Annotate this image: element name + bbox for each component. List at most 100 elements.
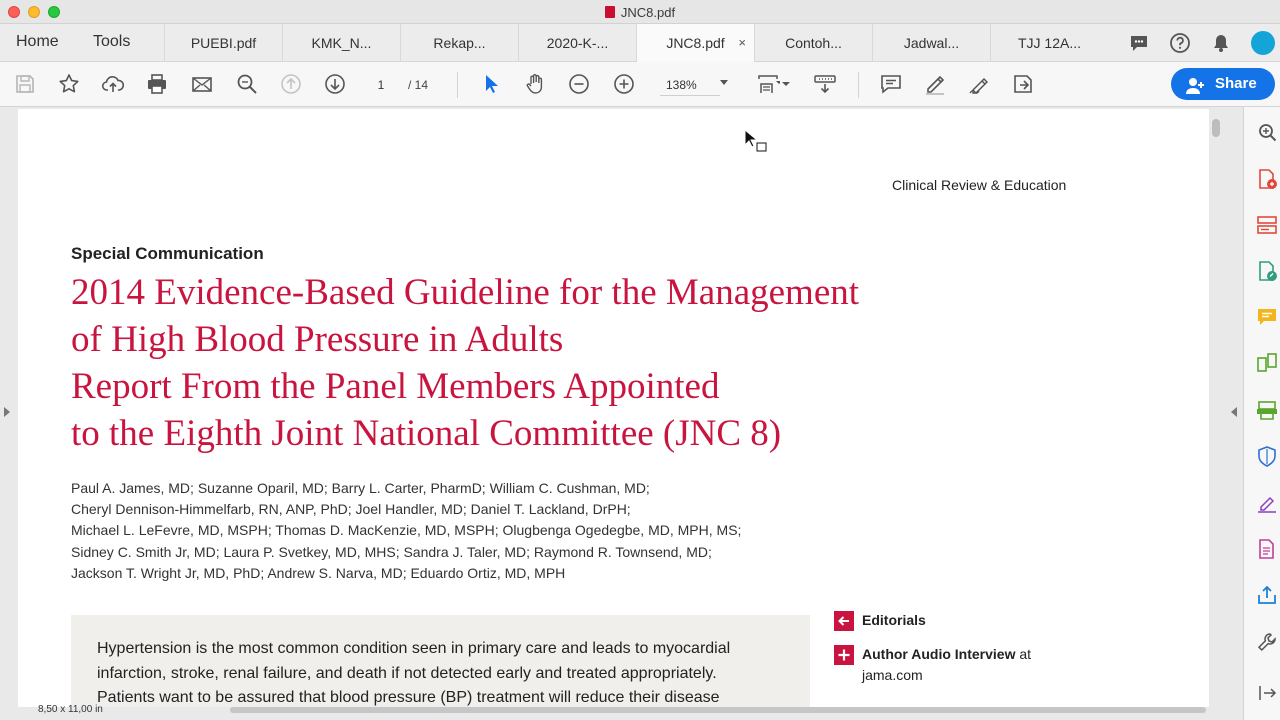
hand-icon[interactable] [523, 72, 547, 96]
edit-pdf-icon[interactable] [1256, 260, 1278, 282]
star-icon[interactable] [57, 72, 81, 96]
left-panel-toggle[interactable] [4, 407, 10, 417]
arrow-left-icon [834, 611, 854, 631]
comment-icon[interactable] [879, 72, 903, 96]
zoom-search-icon[interactable] [235, 72, 259, 96]
audio-rest-text: at [1015, 646, 1032, 662]
sign-icon[interactable] [967, 72, 991, 96]
tab-active-document[interactable]: JNC8.pdf × [636, 24, 754, 63]
subtitle-line: Report From the Panel Members Appointed [71, 366, 720, 407]
tab-label: JNC8.pdf [666, 35, 725, 51]
tab-document[interactable]: TJJ 12A... [990, 24, 1108, 62]
tab-label: Jadwal... [903, 35, 960, 51]
horizontal-scrollbar[interactable] [230, 707, 1206, 713]
tab-bar: Home Tools PUEBI.pdf KMK_N... Rekap... 2… [0, 24, 1280, 63]
tab-document[interactable]: Rekap... [400, 24, 518, 62]
editorials-label: Editorials [862, 610, 1062, 631]
zoom-level-select[interactable]: 138% [660, 75, 720, 96]
help-icon[interactable] [1169, 32, 1191, 54]
tab-document[interactable]: KMK_N... [282, 24, 400, 62]
title-line: 2014 Evidence-Based Guideline for the Ma… [71, 272, 860, 313]
toolbar-divider [457, 72, 458, 98]
author-line: Cheryl Dennison-Himmelfarb, RN, ANP, PhD… [71, 501, 631, 518]
page-down-icon[interactable] [323, 72, 347, 96]
share-label: Share [1215, 75, 1257, 92]
page-number-input[interactable]: 1 [366, 75, 396, 95]
tools-wrench-icon[interactable] [1256, 631, 1278, 653]
subtitle-line: to the Eighth Joint National Committee (… [71, 413, 782, 454]
tools-link[interactable]: Tools [93, 33, 130, 51]
fill-sign-icon[interactable] [1256, 492, 1278, 514]
print-icon[interactable] [145, 72, 169, 96]
chevron-down-icon[interactable] [781, 72, 791, 96]
author-line: Michael L. LeFevre, MD, MSPH; Thomas D. … [71, 522, 742, 539]
window-title: JNC8.pdf [0, 5, 1280, 20]
save-icon[interactable] [13, 72, 37, 96]
editorials-link[interactable]: Editorials [834, 610, 1064, 632]
fit-page-icon[interactable] [756, 72, 782, 96]
organize-pages-icon[interactable] [1256, 214, 1278, 236]
upload-cloud-icon[interactable] [101, 72, 125, 96]
author-audio-link[interactable]: Author Audio Interview at jama.com [834, 644, 1064, 688]
comment-icon[interactable] [1256, 306, 1278, 328]
fill-sign-icon[interactable] [1011, 72, 1035, 96]
right-tools-panel [1243, 107, 1280, 720]
tab-document[interactable]: Contoh... [754, 24, 872, 62]
page-total-label: / 14 [408, 78, 429, 92]
toolbar: 1 / 14 138% Share [0, 62, 1280, 107]
abstract-box: Hypertension is the most common conditio… [71, 615, 810, 707]
page-up-icon[interactable] [279, 72, 303, 96]
pdf-page[interactable]: Clinical Review & Education Special Comm… [18, 109, 1209, 707]
scrollbar-thumb[interactable] [1212, 119, 1220, 137]
author-line: Sidney C. Smith Jr, MD; Laura P. Svetkey… [71, 543, 712, 560]
highlight-pen-icon[interactable] [923, 72, 947, 96]
add-user-icon [1185, 75, 1205, 94]
author-line: Paul A. James, MD; Suzanne Oparil, MD; B… [71, 480, 650, 496]
tab-document[interactable]: Jadwal... [872, 24, 990, 62]
abstract-line: Patients want to be assured that blood p… [97, 689, 720, 706]
tab-label: Contoh... [785, 35, 842, 51]
abstract-line: Hypertension is the most common conditio… [97, 640, 731, 657]
account-avatar[interactable] [1250, 30, 1276, 56]
abstract-text: Hypertension is the most common conditio… [97, 637, 787, 707]
mail-icon[interactable] [190, 72, 214, 96]
pdf-file-icon [604, 6, 615, 18]
share-icon[interactable] [1256, 584, 1278, 606]
scan-icon[interactable] [1256, 399, 1278, 421]
share-button[interactable]: Share [1171, 68, 1275, 100]
right-panel-toggle[interactable] [1231, 407, 1237, 417]
article-subtitle: Report From the Panel Members Appointed … [71, 363, 971, 457]
export-pdf-icon[interactable] [1256, 168, 1278, 190]
tab-close-icon[interactable]: × [738, 24, 746, 62]
protect-icon[interactable] [1256, 445, 1278, 467]
chat-icon[interactable] [1128, 32, 1150, 54]
tab-document[interactable]: 2020-K-... [518, 24, 636, 62]
tab-label: Rekap... [433, 35, 486, 51]
home-link[interactable]: Home [16, 33, 59, 51]
editorials-text: Editorials [862, 612, 926, 628]
notification-bell-icon[interactable] [1210, 32, 1232, 54]
zoom-in-icon[interactable] [612, 72, 636, 96]
expand-panel-icon[interactable] [1256, 682, 1278, 704]
combine-files-icon[interactable] [1256, 352, 1278, 374]
toolbar-divider [858, 72, 859, 98]
audio-bold-text: Author Audio Interview [862, 646, 1016, 662]
document-viewport[interactable]: Clinical Review & Education Special Comm… [0, 107, 1243, 720]
article-title: 2014 Evidence-Based Guideline for the Ma… [71, 269, 971, 363]
zoom-level-value: 138% [666, 78, 697, 92]
search-zoom-icon[interactable] [1256, 121, 1278, 143]
zoom-out-icon[interactable] [567, 72, 591, 96]
create-pdf-icon[interactable] [1256, 538, 1278, 560]
title-line: of High Blood Pressure in Adults [71, 319, 564, 360]
tab-document[interactable]: PUEBI.pdf [164, 24, 282, 62]
tab-label: PUEBI.pdf [190, 35, 257, 51]
title-bar: JNC8.pdf [0, 0, 1280, 24]
scroll-mode-icon[interactable] [813, 72, 837, 96]
tab-label: KMK_N... [311, 35, 372, 51]
section-label: Clinical Review & Education [892, 177, 1067, 193]
abstract-line: infarction, stroke, renal failure, and d… [97, 664, 717, 682]
vertical-scrollbar[interactable] [1212, 117, 1220, 707]
chevron-down-icon[interactable] [720, 80, 728, 85]
page-size-label: 8,50 x 11,00 in [38, 704, 103, 715]
select-arrow-icon[interactable] [479, 72, 503, 96]
